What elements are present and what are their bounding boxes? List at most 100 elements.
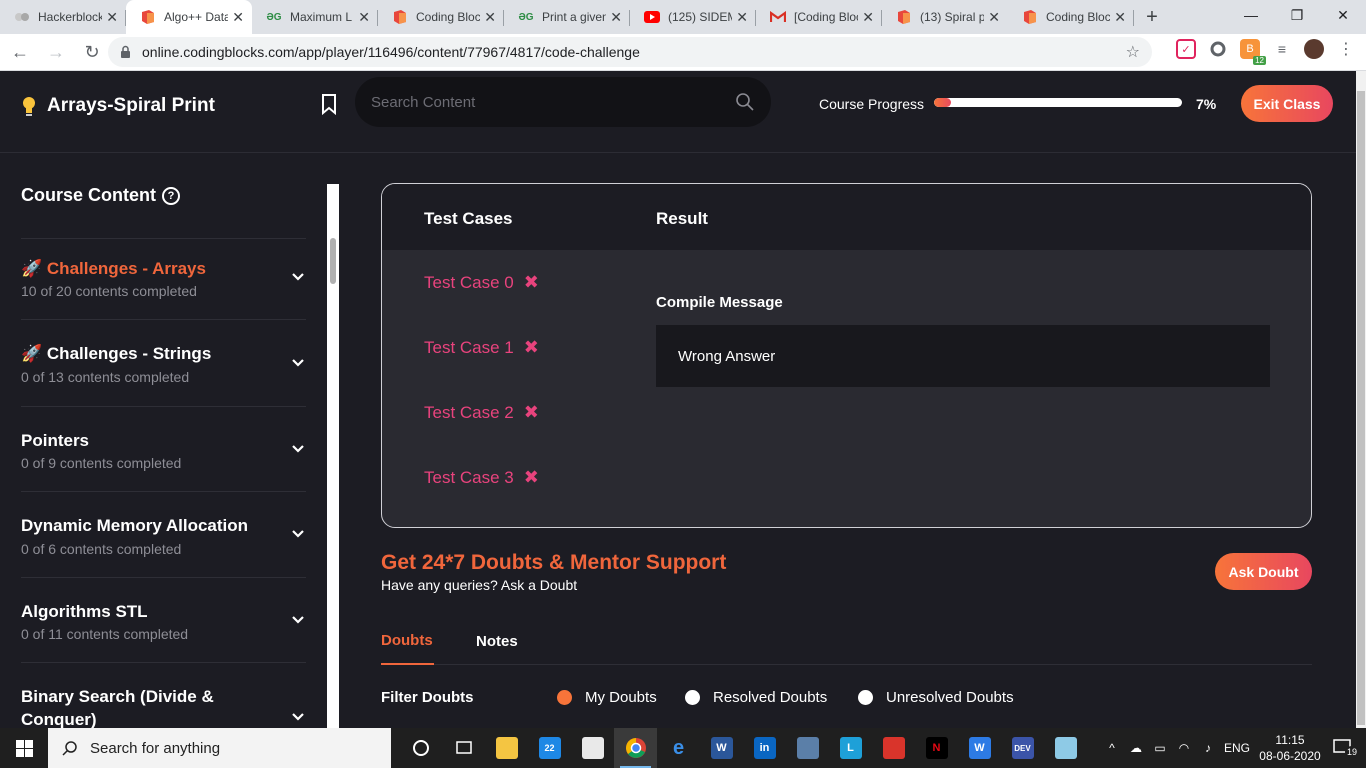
browser-tab[interactable]: (125) SIDEMEN ✕: [630, 0, 756, 34]
compile-message-box: Wrong Answer: [656, 325, 1270, 387]
taskbar-search-input[interactable]: Search for anything: [48, 728, 391, 768]
language-indicator[interactable]: ENG: [1220, 741, 1254, 755]
tab-doubts[interactable]: Doubts: [381, 632, 433, 649]
filter-my-doubts[interactable]: My Doubts: [557, 689, 657, 706]
cloud-icon[interactable]: ☁: [1124, 741, 1148, 755]
radio-icon[interactable]: [858, 690, 873, 705]
close-tab-icon[interactable]: ✕: [862, 9, 874, 26]
sidebar-scrollbar-thumb[interactable]: [330, 238, 336, 284]
chevron-down-icon[interactable]: [292, 713, 304, 721]
browser-tab[interactable]: Hackerblocks ✕: [0, 0, 126, 34]
close-tab-icon[interactable]: ✕: [610, 9, 622, 26]
laptop-app-icon[interactable]: [786, 728, 829, 768]
close-tab-icon[interactable]: ✕: [736, 9, 748, 26]
wifi-icon[interactable]: ◠: [1172, 741, 1196, 755]
store-icon[interactable]: [571, 728, 614, 768]
close-tab-icon[interactable]: ✕: [988, 9, 1000, 26]
back-arrow-icon[interactable]: ←: [4, 36, 36, 68]
cortana-icon[interactable]: [399, 728, 442, 768]
battery-icon[interactable]: ▭: [1148, 741, 1172, 755]
exit-class-button[interactable]: Exit Class: [1241, 85, 1333, 122]
sidebar-section-algorithms-stl[interactable]: Algorithms STL 0 of 11 contents complete…: [21, 577, 306, 662]
browser-tab[interactable]: Coding Blocks ✕: [1008, 0, 1134, 34]
filter-unresolved-doubts[interactable]: Unresolved Doubts: [858, 689, 1014, 706]
search-icon: [62, 741, 77, 756]
file-explorer-icon[interactable]: [485, 728, 528, 768]
new-tab-button[interactable]: +: [1134, 0, 1170, 34]
gfg-favicon-icon: ƏG: [518, 11, 534, 23]
page-scrollbar[interactable]: [1356, 71, 1366, 728]
mail-icon[interactable]: 22: [528, 728, 571, 768]
maximize-icon[interactable]: ❐: [1274, 0, 1320, 30]
media-queue-icon[interactable]: ≡: [1272, 39, 1292, 59]
badge-extension-icon[interactable]: B 12: [1240, 39, 1266, 65]
close-tab-icon[interactable]: ✕: [1114, 9, 1126, 26]
close-tab-icon[interactable]: ✕: [358, 9, 370, 26]
tab-notes[interactable]: Notes: [476, 633, 518, 650]
wps-icon[interactable]: W: [958, 728, 1001, 768]
minimize-icon[interactable]: —: [1228, 0, 1274, 30]
radio-icon[interactable]: [685, 690, 700, 705]
close-tab-icon[interactable]: ✕: [484, 9, 496, 26]
sidebar-section-binary-search[interactable]: Binary Search (Divide & Conquer): [21, 662, 306, 729]
circle-extension-icon[interactable]: [1208, 39, 1228, 59]
search-icon[interactable]: [735, 92, 755, 112]
clock[interactable]: 11:15 08-06-2020: [1254, 732, 1326, 764]
test-case-item[interactable]: Test Case 3 ✖: [424, 467, 539, 488]
address-bar[interactable]: online.codingblocks.com/app/player/11649…: [108, 37, 1152, 67]
chrome-icon[interactable]: [614, 728, 657, 768]
pocket-extension-icon[interactable]: ✓: [1176, 39, 1196, 59]
browser-tab[interactable]: Coding Blocks ✕: [378, 0, 504, 34]
linkedin-icon[interactable]: in: [743, 728, 786, 768]
search-input[interactable]: [371, 93, 735, 111]
app-header: Arrays-Spiral Print Course Progress 7% E…: [0, 71, 1356, 153]
sidebar-section-dynamic-memory[interactable]: Dynamic Memory Allocation 0 of 6 content…: [21, 491, 306, 577]
task-view-icon[interactable]: [442, 728, 485, 768]
sidebar-section-challenges-arrays[interactable]: 🚀 Challenges - Arrays 10 of 20 contents …: [21, 238, 306, 320]
close-tab-icon[interactable]: ✕: [106, 9, 118, 26]
page-scrollbar-thumb[interactable]: [1357, 91, 1365, 725]
windows-start-icon[interactable]: [0, 728, 48, 768]
word-icon[interactable]: W: [700, 728, 743, 768]
chevron-down-icon[interactable]: [292, 445, 304, 453]
sidebar-section-pointers[interactable]: Pointers 0 of 9 contents completed: [21, 406, 306, 491]
extension-icons: ✓ B 12 ≡ ⋮: [1176, 39, 1356, 65]
close-tab-icon[interactable]: ✕: [232, 9, 244, 26]
notification-icon[interactable]: 19: [1326, 738, 1366, 758]
netflix-icon[interactable]: N: [915, 728, 958, 768]
test-case-item[interactable]: Test Case 1 ✖: [424, 337, 539, 358]
l-app-icon[interactable]: L: [829, 728, 872, 768]
bookmark-star-icon[interactable]: ☆: [1126, 42, 1140, 62]
chevron-down-icon[interactable]: [292, 273, 304, 281]
avatar[interactable]: [1304, 39, 1324, 59]
popcorn-icon[interactable]: [872, 728, 915, 768]
volume-icon[interactable]: ♪: [1196, 741, 1220, 755]
chevron-down-icon[interactable]: [292, 616, 304, 624]
course-progress-label: Course Progress: [819, 96, 925, 112]
browser-tab[interactable]: [Coding Blocks] ✕: [756, 0, 882, 34]
reload-icon[interactable]: ↻: [76, 36, 108, 68]
sidebar-section-challenges-strings[interactable]: 🚀 Challenges - Strings 0 of 13 contents …: [21, 319, 306, 406]
browser-tab-active[interactable]: Algo++ Data ✕: [126, 0, 252, 34]
help-icon[interactable]: ?: [162, 186, 180, 205]
chevron-down-icon[interactable]: [292, 359, 304, 367]
bookmark-icon[interactable]: [320, 93, 338, 115]
close-window-icon[interactable]: ✕: [1320, 0, 1366, 30]
browser-tab[interactable]: (13) Spiral print ✕: [882, 0, 1008, 34]
sidebar-scrollbar[interactable]: [327, 184, 339, 728]
forward-arrow-icon[interactable]: →: [40, 36, 72, 68]
filter-resolved-doubts[interactable]: Resolved Doubts: [685, 689, 827, 706]
browser-tab[interactable]: ƏG Maximum L ✕: [252, 0, 378, 34]
radio-selected-icon[interactable]: [557, 690, 572, 705]
browser-menu-icon[interactable]: ⋮: [1336, 39, 1356, 59]
test-case-item[interactable]: Test Case 0 ✖: [424, 272, 539, 293]
edge-icon[interactable]: e: [657, 728, 700, 768]
test-case-item[interactable]: Test Case 2 ✖: [424, 402, 539, 423]
chevron-up-icon[interactable]: ^: [1100, 741, 1124, 755]
chevron-down-icon[interactable]: [292, 530, 304, 538]
notepad-icon[interactable]: [1044, 728, 1087, 768]
window-controls: — ❐ ✕: [1228, 0, 1366, 30]
browser-tab[interactable]: ƏG Print a given ✕: [504, 0, 630, 34]
devcpp-icon[interactable]: DEV: [1001, 728, 1044, 768]
ask-doubt-button[interactable]: Ask Doubt: [1215, 553, 1312, 590]
